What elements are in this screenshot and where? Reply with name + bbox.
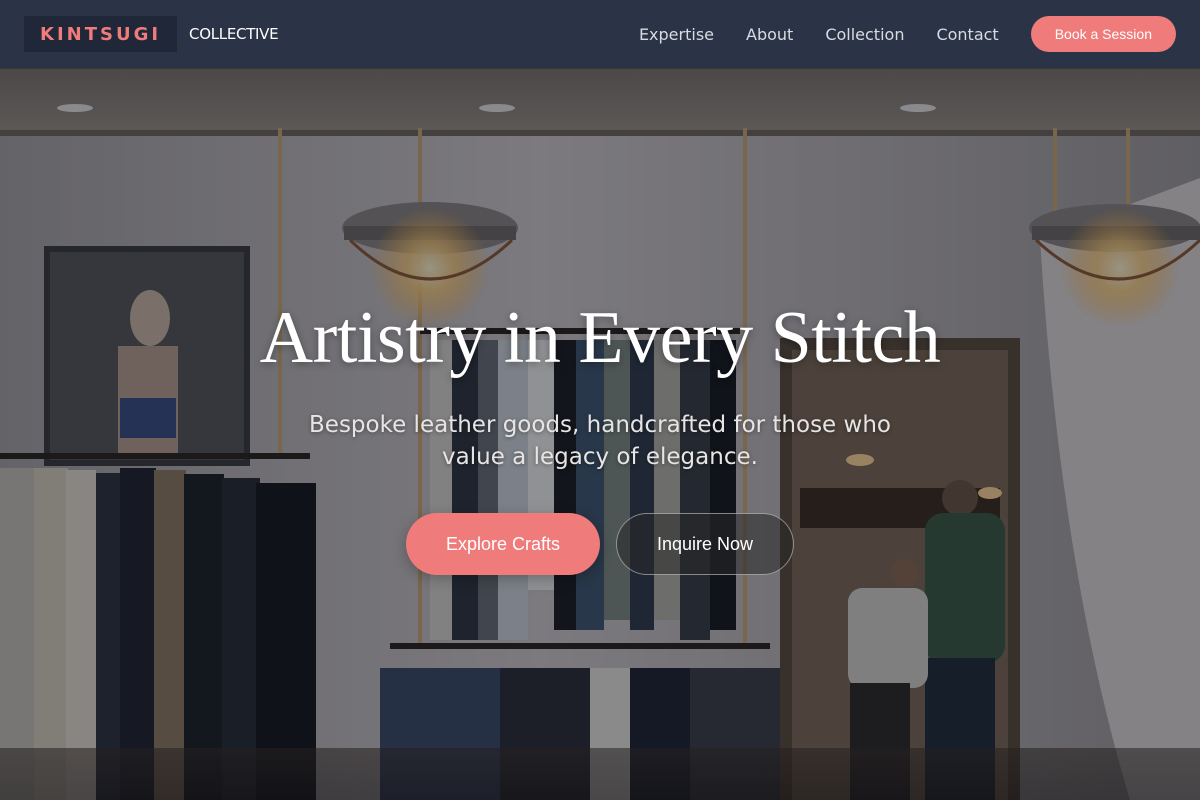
hero-buttons: Explore Crafts Inquire Now xyxy=(405,513,795,575)
nav-link-contact[interactable]: Contact xyxy=(936,25,998,44)
brand-logo[interactable]: KINTSUGI xyxy=(24,16,178,52)
nav-link-expertise[interactable]: Expertise xyxy=(639,25,714,44)
nav-link-about[interactable]: About xyxy=(746,25,793,44)
explore-crafts-button[interactable]: Explore Crafts xyxy=(405,513,600,575)
hero-title: Artistry in Every Stitch xyxy=(259,297,941,379)
nav-link-collection[interactable]: Collection xyxy=(825,25,904,44)
brand-subtitle: COLLECTIVE xyxy=(189,25,279,43)
brand-name: KINTSUGI xyxy=(40,23,162,45)
book-session-button[interactable]: Book a Session xyxy=(1030,16,1176,52)
nav-links: Expertise About Collection Contact xyxy=(639,25,999,44)
hero-content: Artistry in Every Stitch Bespoke leather… xyxy=(0,68,1200,800)
inquire-now-button[interactable]: Inquire Now xyxy=(616,513,795,575)
hero-section: Artistry in Every Stitch Bespoke leather… xyxy=(0,68,1200,800)
hero-subtitle: Bespoke leather goods, handcrafted for t… xyxy=(309,412,891,470)
top-navbar: KINTSUGI COLLECTIVE Expertise About Coll… xyxy=(0,0,1200,68)
